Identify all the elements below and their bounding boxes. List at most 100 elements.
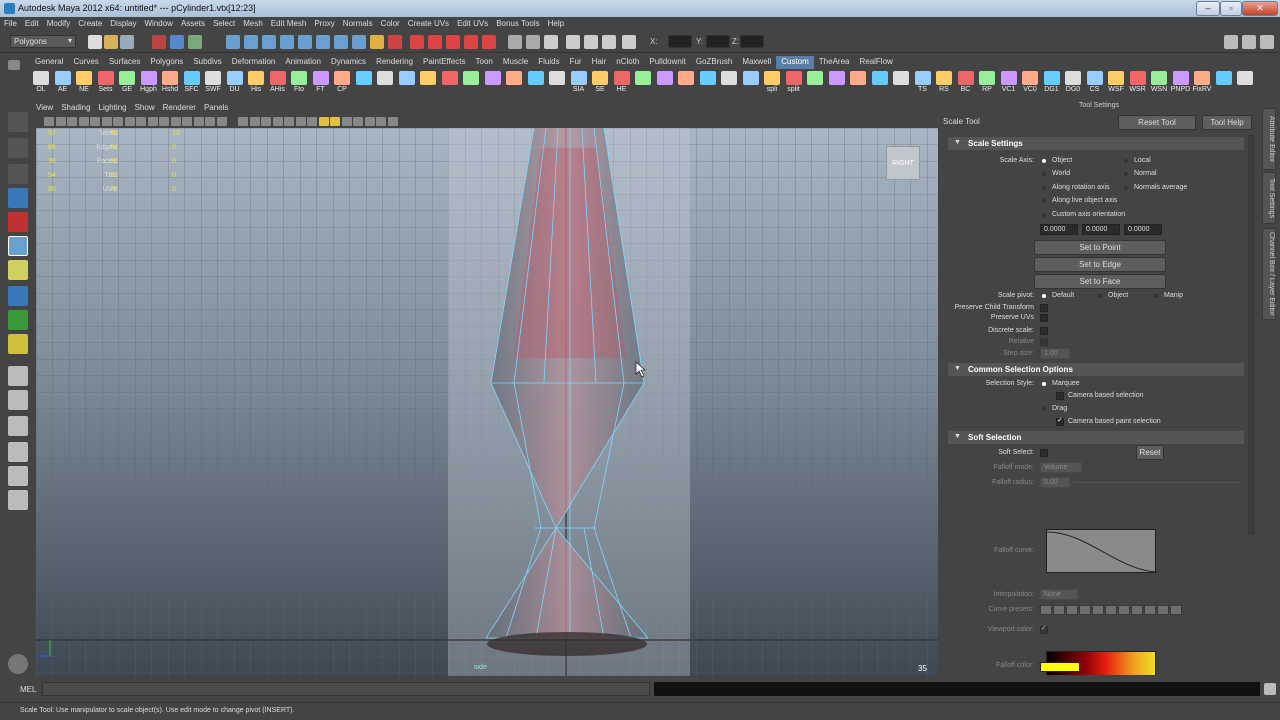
- curve-preset-button[interactable]: [1079, 605, 1091, 615]
- curve-preset-button[interactable]: [1066, 605, 1078, 615]
- menu-normals[interactable]: Normals: [339, 17, 377, 28]
- shelf-tab-surfaces[interactable]: Surfaces: [104, 56, 146, 69]
- soft-mod-tool-icon[interactable]: [8, 286, 28, 306]
- channel-box-toggle-icon[interactable]: [1260, 35, 1274, 49]
- axis-world-radio[interactable]: World: [1042, 170, 1070, 177]
- modeling-toolkit-icon[interactable]: [8, 654, 28, 674]
- selection-lock-icon[interactable]: [544, 35, 558, 49]
- input-line-icon[interactable]: [508, 35, 522, 49]
- curve-preset-button[interactable]: [1144, 605, 1156, 615]
- viewport-toolbar-icon[interactable]: [147, 117, 158, 126]
- curve-preset-button[interactable]: [1092, 605, 1104, 615]
- shelf-button-ge[interactable]: GE: [116, 70, 138, 95]
- shelf-button-rs[interactable]: RS: [933, 70, 955, 95]
- curve-preset-button[interactable]: [1118, 605, 1130, 615]
- menu-edit[interactable]: Edit: [21, 17, 43, 28]
- shelf-button-he[interactable]: HE: [611, 70, 633, 95]
- shelf-button-tool-18[interactable]: [417, 70, 439, 95]
- shelf-tab-toon[interactable]: Toon: [471, 56, 498, 69]
- shelf-menu[interactable]: [4, 56, 26, 96]
- shelf-tab-polygons[interactable]: Polygons: [145, 56, 188, 69]
- shelf-tab-fluids[interactable]: Fluids: [533, 56, 564, 69]
- hypershade-icon[interactable]: [464, 35, 478, 49]
- shelf-tab-animation[interactable]: Animation: [280, 56, 326, 69]
- shelf-tab-gozbrush[interactable]: GoZBrush: [691, 56, 737, 69]
- history-icon[interactable]: [388, 35, 402, 49]
- tool-settings-toggle-icon[interactable]: [1242, 35, 1256, 49]
- shelf-button-fto[interactable]: Fto: [288, 70, 310, 95]
- shelf-button-rp[interactable]: RP: [976, 70, 998, 95]
- lasso-tool-icon[interactable]: [8, 138, 28, 158]
- shelf-button-du[interactable]: DU: [224, 70, 246, 95]
- viewport-toolbar-icon[interactable]: [330, 117, 340, 126]
- soft-select-reset-button[interactable]: Reset: [1136, 445, 1164, 460]
- viewport-menu-view[interactable]: View: [36, 103, 53, 112]
- viewport-toolbar-icon[interactable]: [182, 117, 192, 126]
- snap-plane-icon[interactable]: [352, 35, 366, 49]
- shelf-button-tool-16[interactable]: [374, 70, 396, 95]
- persp-outliner-layout-icon[interactable]: [8, 442, 28, 462]
- vertex-mask-icon[interactable]: [226, 35, 240, 49]
- shelf-button-tool-39[interactable]: [869, 70, 891, 95]
- menu-assets[interactable]: Assets: [177, 17, 209, 28]
- sculpt-tool-icon[interactable]: [8, 334, 28, 354]
- edge-mask-icon[interactable]: [244, 35, 258, 49]
- last-tool-icon[interactable]: [8, 310, 28, 330]
- new-scene-icon[interactable]: [88, 35, 102, 49]
- common-selection-header[interactable]: ▼ Common Selection Options: [948, 363, 1244, 376]
- snap-curve-icon[interactable]: [316, 35, 330, 49]
- set-to-edge-button[interactable]: Set to Edge: [1034, 257, 1166, 272]
- shelf-button-ae[interactable]: AE: [52, 70, 74, 95]
- mel-label[interactable]: MEL: [20, 685, 36, 694]
- menu-file[interactable]: File: [0, 17, 21, 28]
- x-field[interactable]: [668, 35, 692, 48]
- custom-axis-y-field[interactable]: 0.0000: [1082, 224, 1120, 235]
- shelf-button-cp[interactable]: CP: [331, 70, 353, 95]
- viewport-toolbar-icon[interactable]: [318, 117, 329, 126]
- curve-preset-button[interactable]: [1157, 605, 1169, 615]
- preserve-uvs-checkbox[interactable]: [1040, 314, 1048, 322]
- shelf-button-tool-55[interactable]: [1213, 70, 1235, 95]
- shelf-button-wsr[interactable]: WSR: [1127, 70, 1149, 95]
- pivot-manip-radio[interactable]: Manip: [1154, 292, 1183, 299]
- viewport-toolbar-icon[interactable]: [387, 117, 398, 126]
- snap-grid-icon[interactable]: [298, 35, 312, 49]
- close-button[interactable]: ✕: [1242, 1, 1278, 16]
- four-pane-layout-icon[interactable]: [8, 390, 28, 410]
- viewport-toolbar-icon[interactable]: [136, 117, 146, 126]
- curve-preset-button[interactable]: [1040, 605, 1052, 615]
- shelf-button-tool-28[interactable]: [632, 70, 654, 95]
- menu-help[interactable]: Help: [544, 17, 568, 28]
- rotate-tool-icon[interactable]: [8, 212, 28, 232]
- shelf-button-cs[interactable]: CS: [1084, 70, 1106, 95]
- soft-select-checkbox[interactable]: [1040, 449, 1048, 457]
- shelf-button-tool-40[interactable]: [890, 70, 912, 95]
- viewport-side[interactable]: Verts: 52 48 12 Edges: 88 84 0 Faces: 36 36 0 Tris: 9…: [36, 128, 938, 676]
- custom-axis-z-field[interactable]: 0.0000: [1124, 224, 1162, 235]
- shelf-button-sfc[interactable]: SFC: [181, 70, 203, 95]
- relative-checkbox[interactable]: [1040, 338, 1048, 346]
- shelf-tab-deformation[interactable]: Deformation: [227, 56, 281, 69]
- shelf-tab-rendering[interactable]: Rendering: [371, 56, 418, 69]
- drag-radio[interactable]: Drag: [1042, 405, 1067, 412]
- quick-selection-icon[interactable]: [622, 35, 636, 49]
- viewport-toolbar-icon[interactable]: [353, 117, 363, 126]
- axis-object-radio[interactable]: Object: [1042, 157, 1072, 164]
- pivot-object-radio[interactable]: Object: [1098, 292, 1128, 299]
- panel-scrollbar[interactable]: [1248, 135, 1255, 535]
- viewport-toolbar-icon[interactable]: [159, 117, 169, 126]
- viewport-menu-shading[interactable]: Shading: [61, 103, 90, 112]
- shelf-button-tool-20[interactable]: [460, 70, 482, 95]
- shelf-button-tool-24[interactable]: [546, 70, 568, 95]
- viewport-color-checkbox[interactable]: [1040, 624, 1048, 634]
- shelf-button-tool-30[interactable]: [675, 70, 697, 95]
- shelf-button-tool-15[interactable]: [353, 70, 375, 95]
- snap-point-icon[interactable]: [334, 35, 348, 49]
- shelf-button-sia[interactable]: SIA: [568, 70, 590, 95]
- preserve-child-checkbox[interactable]: [1040, 304, 1048, 312]
- viewport-toolbar-icon[interactable]: [261, 117, 271, 126]
- curve-preset-button[interactable]: [1053, 605, 1065, 615]
- shelf-button-tool-29[interactable]: [654, 70, 676, 95]
- shelf-button-tool-21[interactable]: [482, 70, 504, 95]
- soft-selection-header[interactable]: ▼ Soft Selection: [948, 431, 1244, 444]
